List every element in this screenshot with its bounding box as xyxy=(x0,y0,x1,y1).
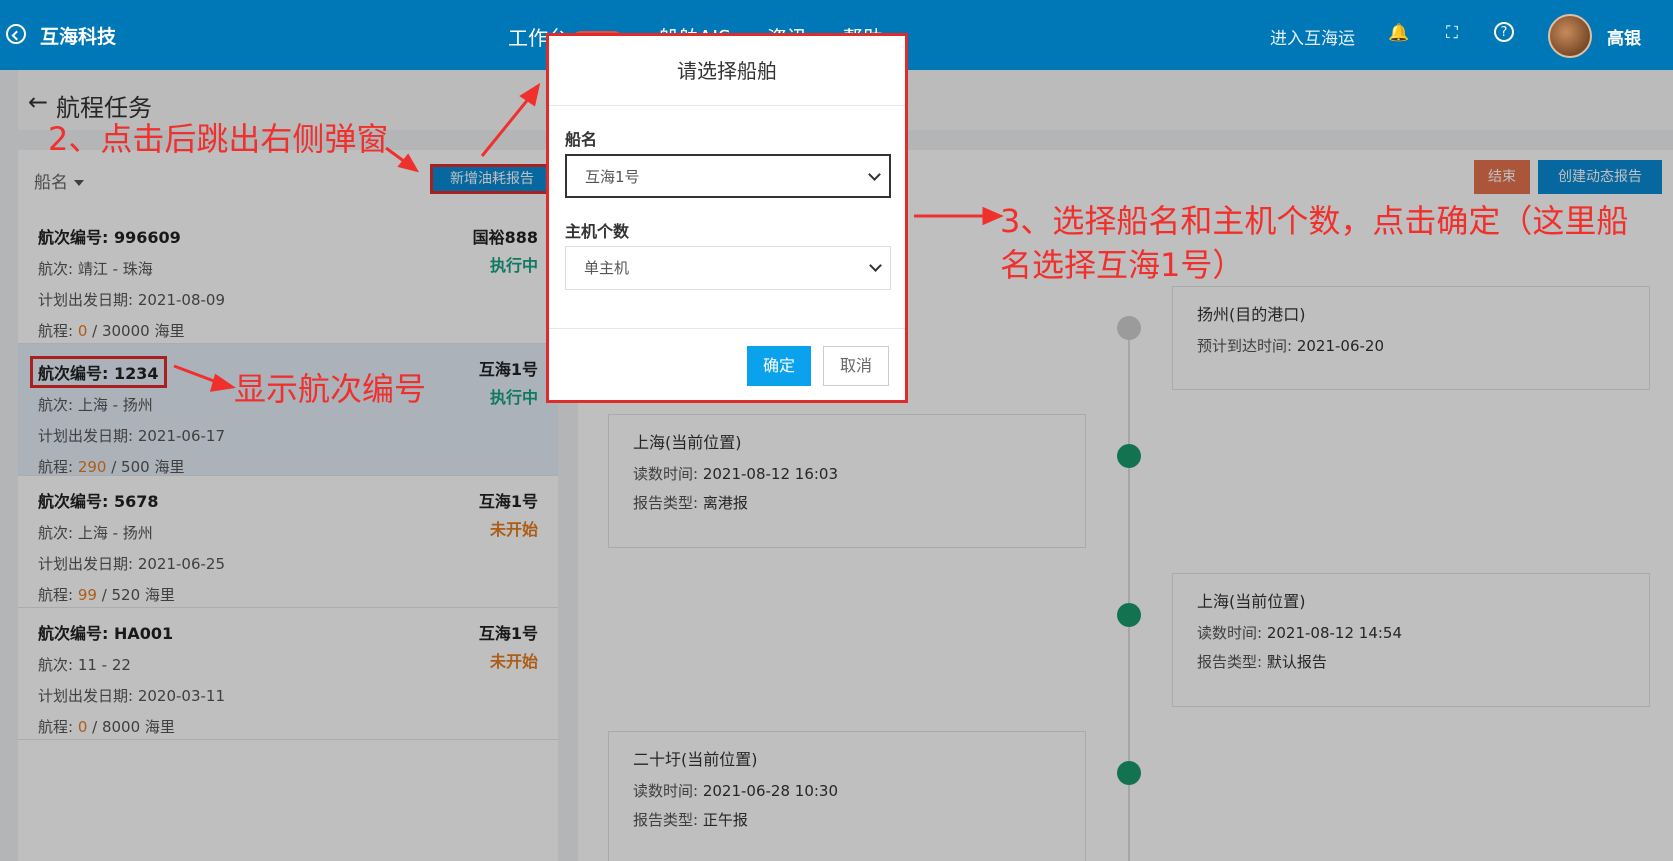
annotation-arrows xyxy=(173,82,1004,392)
